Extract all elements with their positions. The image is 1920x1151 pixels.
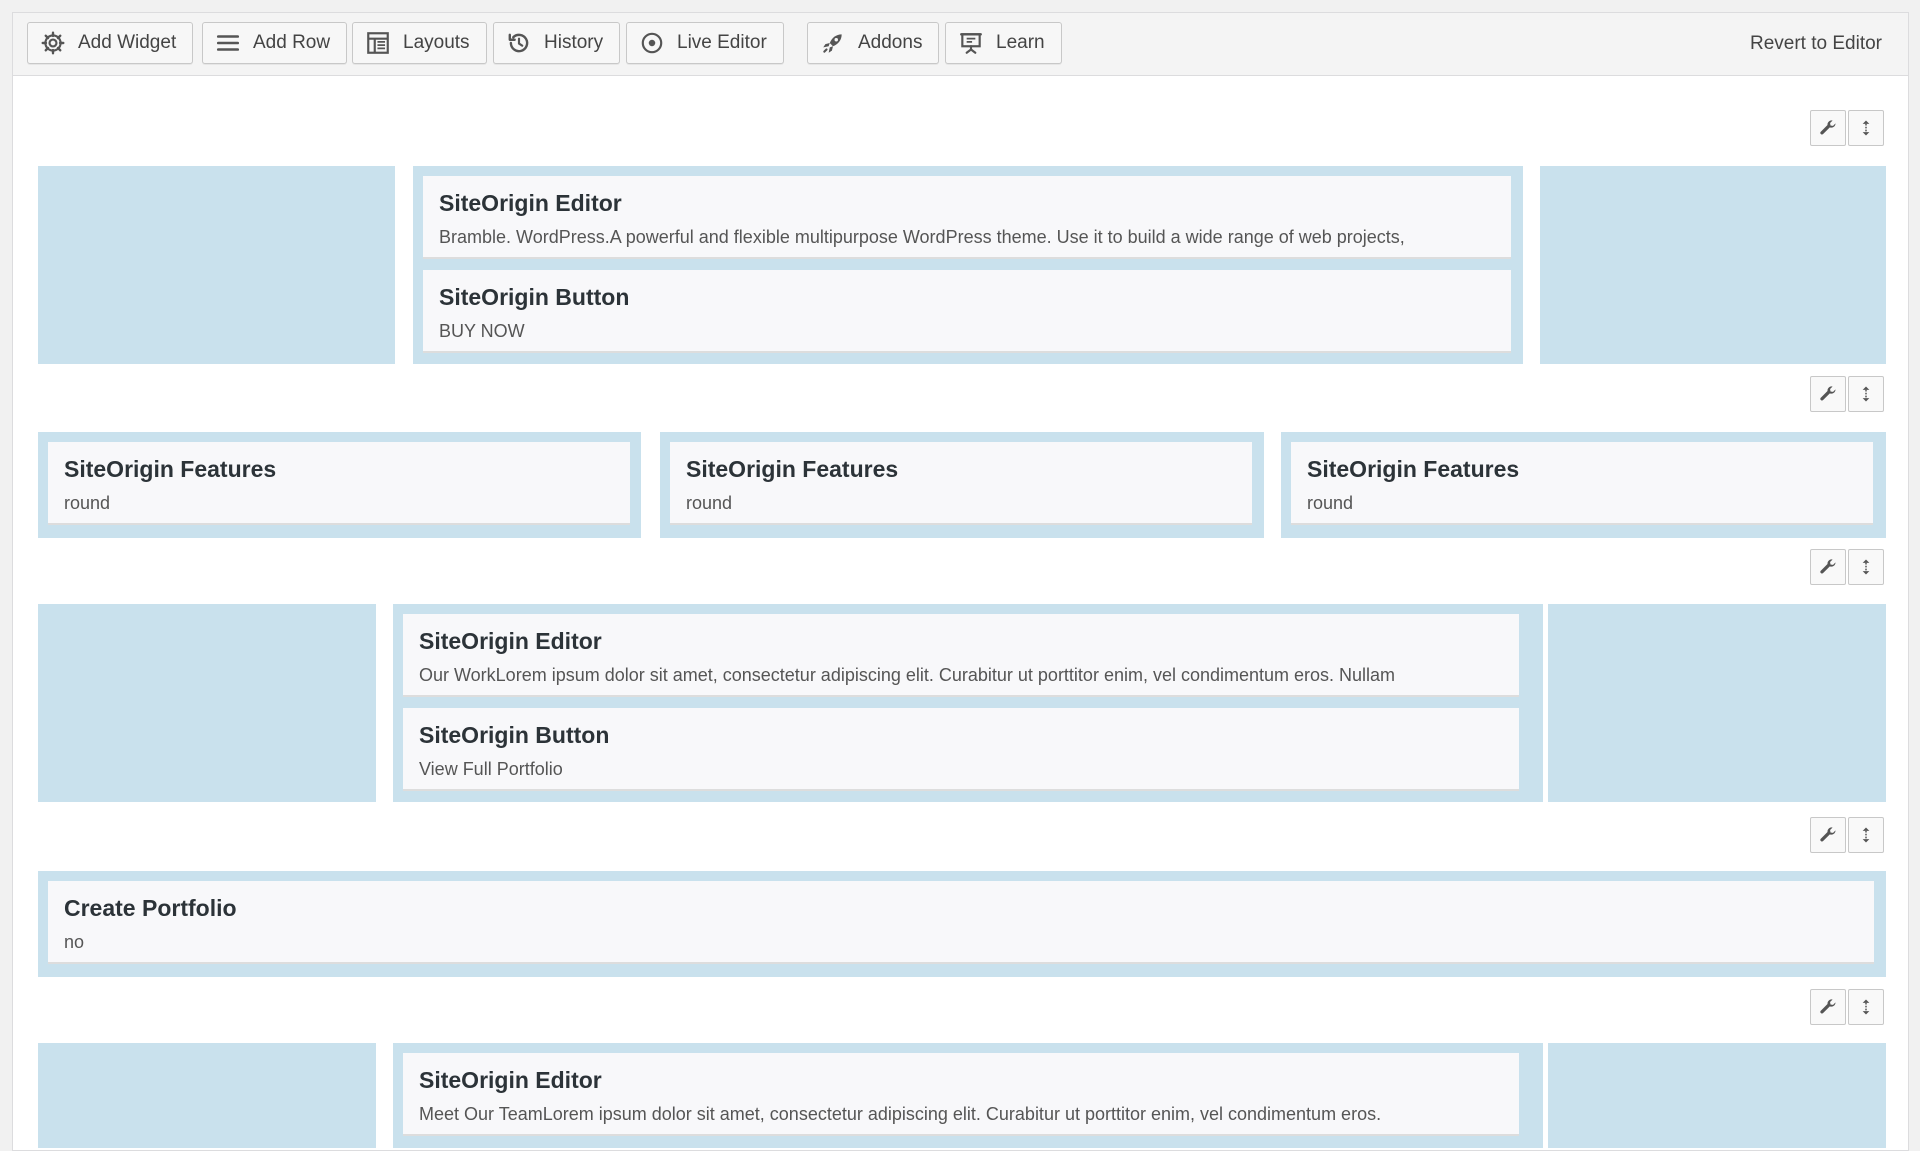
wrench-icon xyxy=(1820,999,1836,1014)
widget-card[interactable]: SiteOrigin Button View Full Portfolio xyxy=(403,708,1519,791)
widget-description: Our WorkLorem ipsum dolor sit amet, cons… xyxy=(419,665,1396,685)
row-cell[interactable] xyxy=(38,166,395,364)
row-cell[interactable]: SiteOrigin Editor Meet Our TeamLorem ips… xyxy=(393,1043,1543,1148)
row-cell[interactable] xyxy=(38,604,376,802)
widget-title: SiteOrigin Button xyxy=(419,722,610,748)
widget-title: SiteOrigin Features xyxy=(64,456,277,482)
page-builder-panel: Add Widget Add Row Layouts History Live … xyxy=(12,12,1909,1151)
widget-card[interactable]: SiteOrigin Features round xyxy=(48,442,630,525)
history-label: History xyxy=(544,32,604,53)
row-controls xyxy=(1810,549,1884,585)
row-cell[interactable]: SiteOrigin Features round xyxy=(660,432,1264,538)
row-move-button[interactable] xyxy=(1848,549,1884,585)
eye-icon xyxy=(641,32,663,54)
row-edit-button[interactable] xyxy=(1810,549,1846,585)
widget-card[interactable]: SiteOrigin Editor Meet Our TeamLorem ips… xyxy=(403,1053,1519,1136)
live-editor-button[interactable]: Live Editor xyxy=(626,22,784,64)
addons-button[interactable]: Addons xyxy=(807,22,940,64)
row-cell[interactable]: SiteOrigin Features round xyxy=(38,432,641,538)
widget-title: SiteOrigin Editor xyxy=(439,190,622,216)
wrench-icon xyxy=(1820,827,1836,842)
add-row-label: Add Row xyxy=(253,32,331,53)
gear-icon xyxy=(41,31,65,55)
layouts-label: Layouts xyxy=(403,32,470,53)
rows-icon xyxy=(216,35,240,51)
widget-title: SiteOrigin Features xyxy=(1307,456,1520,482)
row-cell[interactable]: SiteOrigin Features round xyxy=(1281,432,1886,538)
presentation-icon xyxy=(960,33,982,54)
widget-description: Bramble. WordPress.A powerful and flexib… xyxy=(439,227,1405,247)
history-button[interactable]: History xyxy=(493,22,621,64)
wrench-icon xyxy=(1820,386,1836,401)
widget-card[interactable]: SiteOrigin Features round xyxy=(670,442,1252,525)
learn-label: Learn xyxy=(996,32,1045,53)
widget-description: round xyxy=(64,493,111,513)
move-vertical-icon xyxy=(1862,386,1870,402)
addons-label: Addons xyxy=(858,32,923,53)
widget-description: View Full Portfolio xyxy=(419,759,563,779)
widget-title: SiteOrigin Features xyxy=(686,456,899,482)
row-edit-button[interactable] xyxy=(1810,376,1846,412)
builder-rows: SiteOrigin Editor Bramble. WordPress.A p… xyxy=(13,76,1908,1150)
row-cell[interactable] xyxy=(1548,1043,1886,1148)
wrench-icon xyxy=(1820,559,1836,574)
row-move-button[interactable] xyxy=(1848,817,1884,853)
move-vertical-icon xyxy=(1862,827,1870,843)
layout-icon xyxy=(367,32,389,54)
builder-toolbar: Add Widget Add Row Layouts History Live … xyxy=(13,13,1908,76)
add-widget-label: Add Widget xyxy=(78,32,177,53)
add-row-button[interactable]: Add Row xyxy=(202,22,348,64)
move-vertical-icon xyxy=(1862,559,1870,575)
wrench-icon xyxy=(1820,120,1836,135)
learn-button[interactable]: Learn xyxy=(945,22,1062,64)
row-controls xyxy=(1810,817,1884,853)
row-edit-button[interactable] xyxy=(1810,989,1846,1025)
rocket-icon xyxy=(823,34,842,53)
widget-description: no xyxy=(64,932,85,952)
widget-title: SiteOrigin Button xyxy=(439,284,630,310)
add-widget-button[interactable]: Add Widget xyxy=(27,22,194,64)
widget-description: round xyxy=(1307,493,1354,513)
revert-to-editor-link[interactable]: Revert to Editor xyxy=(1750,33,1882,55)
row-cell[interactable] xyxy=(1548,604,1886,802)
widget-title: SiteOrigin Editor xyxy=(419,1067,602,1093)
row-cell[interactable]: SiteOrigin Editor Bramble. WordPress.A p… xyxy=(413,166,1523,364)
widget-card[interactable]: SiteOrigin Editor Our WorkLorem ipsum do… xyxy=(403,614,1519,697)
widget-description: round xyxy=(686,493,733,513)
row-cell[interactable]: SiteOrigin Editor Our WorkLorem ipsum do… xyxy=(393,604,1543,802)
row-controls xyxy=(1810,989,1884,1025)
widget-description: Meet Our TeamLorem ipsum dolor sit amet,… xyxy=(419,1104,1382,1124)
row-controls xyxy=(1810,110,1884,146)
widget-description: BUY NOW xyxy=(439,321,525,341)
row-move-button[interactable] xyxy=(1848,376,1884,412)
widget-card[interactable]: Create Portfolio no xyxy=(48,881,1874,964)
row-controls xyxy=(1810,376,1884,412)
history-icon xyxy=(508,33,529,53)
row-move-button[interactable] xyxy=(1848,110,1884,146)
widget-card[interactable]: SiteOrigin Editor Bramble. WordPress.A p… xyxy=(423,176,1511,259)
row-cell[interactable]: Create Portfolio no xyxy=(38,871,1886,977)
row-edit-button[interactable] xyxy=(1810,817,1846,853)
move-vertical-icon xyxy=(1862,120,1870,136)
live-editor-label: Live Editor xyxy=(677,32,767,53)
row-cell[interactable] xyxy=(1540,166,1886,364)
widget-title: Create Portfolio xyxy=(64,895,237,921)
layouts-button[interactable]: Layouts xyxy=(352,22,487,64)
widget-card[interactable]: SiteOrigin Button BUY NOW xyxy=(423,270,1511,353)
row-cell[interactable] xyxy=(38,1043,376,1148)
widget-card[interactable]: SiteOrigin Features round xyxy=(1291,442,1873,525)
widget-title: SiteOrigin Editor xyxy=(419,628,602,654)
move-vertical-icon xyxy=(1862,999,1870,1015)
row-move-button[interactable] xyxy=(1848,989,1884,1025)
row-edit-button[interactable] xyxy=(1810,110,1846,146)
